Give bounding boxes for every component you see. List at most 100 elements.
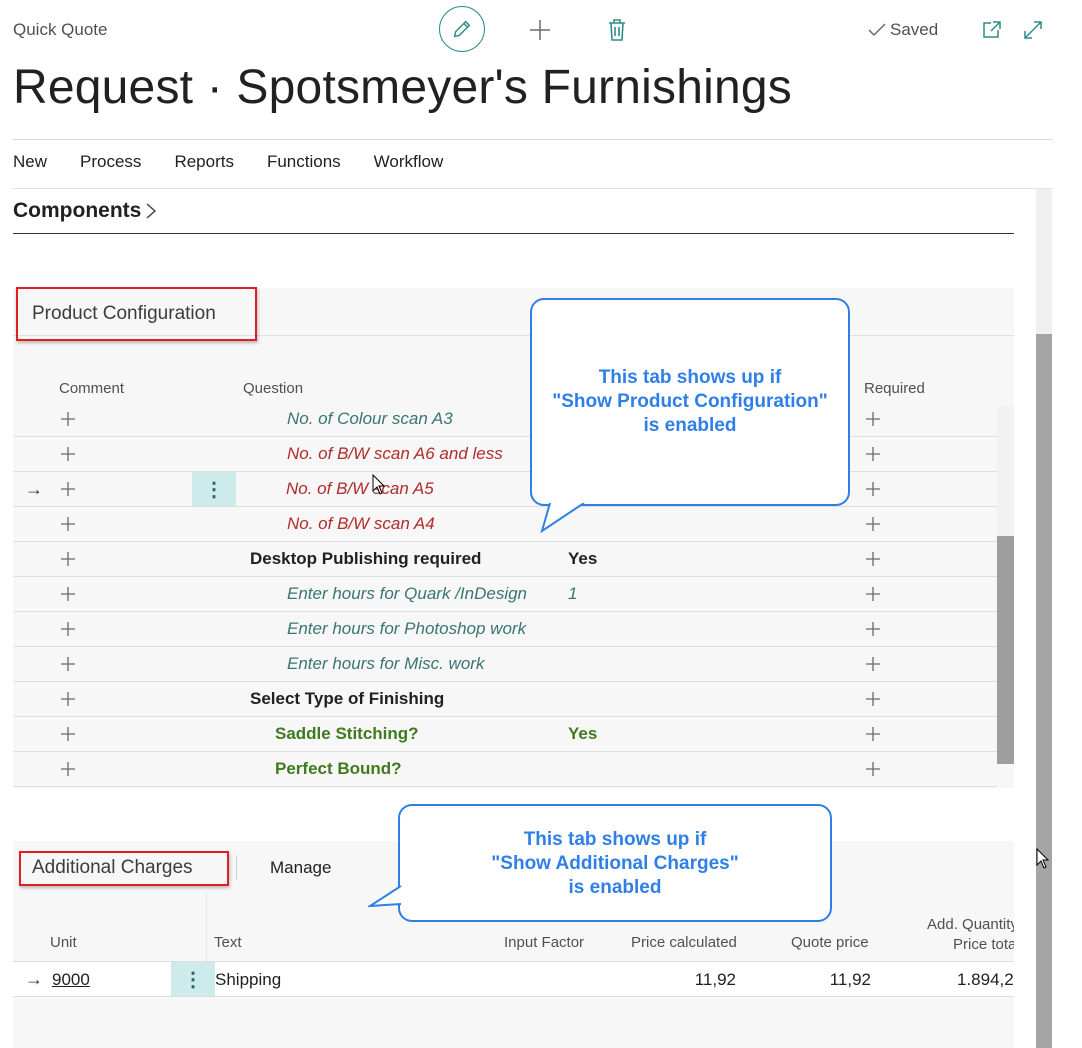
- charge-text: Shipping: [215, 970, 282, 989]
- mouse-cursor-icon: [372, 474, 386, 495]
- edit-button[interactable]: [439, 6, 485, 52]
- required-toggle-button[interactable]: [865, 621, 881, 637]
- required-toggle-button[interactable]: [865, 516, 881, 532]
- plus-icon: [866, 552, 880, 566]
- add-comment-button[interactable]: [60, 411, 76, 427]
- column-header-input-factor[interactable]: Input Factor: [504, 934, 584, 951]
- expand-button[interactable]: [1022, 19, 1044, 41]
- required-toggle-button[interactable]: [865, 551, 881, 567]
- table-row[interactable]: Enter hours for Misc. work: [13, 647, 997, 682]
- page-title: Request · Spotsmeyer's Furnishings: [13, 61, 792, 114]
- menu-functions[interactable]: Functions: [267, 152, 341, 172]
- column-header-question[interactable]: Question: [243, 380, 303, 397]
- answer-value[interactable]: Yes: [568, 724, 597, 744]
- column-header-quote-price[interactable]: Quote price: [791, 934, 869, 951]
- menu-process[interactable]: Process: [80, 152, 141, 172]
- column-header-price-calculated[interactable]: Price calculated: [631, 934, 737, 951]
- plus-icon: [61, 517, 75, 531]
- add-comment-button[interactable]: [60, 761, 76, 777]
- add-comment-button[interactable]: [60, 446, 76, 462]
- required-toggle-button[interactable]: [865, 586, 881, 602]
- column-divider: [206, 892, 207, 961]
- open-in-new-window-button[interactable]: [981, 19, 1003, 41]
- page-scrollbar-thumb[interactable]: [1036, 334, 1052, 1048]
- plus-icon: [866, 692, 880, 706]
- divider: [13, 139, 1053, 140]
- manage-button[interactable]: Manage: [270, 858, 331, 878]
- callout-line: is enabled: [643, 415, 737, 436]
- add-comment-button[interactable]: [60, 551, 76, 567]
- column-header-add-quantity[interactable]: Add. Quantity: [927, 916, 1014, 933]
- components-label: Components: [13, 199, 142, 222]
- required-toggle-button[interactable]: [865, 411, 881, 427]
- grid-scrollbar-thumb[interactable]: [997, 536, 1014, 764]
- table-row[interactable]: Select Type of Finishing: [13, 682, 997, 717]
- question-text: Enter hours for Misc. work: [287, 654, 485, 673]
- question-text: No. of B/W scan A4: [287, 514, 435, 533]
- row-actions-button[interactable]: ⋮: [192, 472, 236, 506]
- plus-icon: [866, 412, 880, 426]
- question-text: Enter hours for Quark /InDesign: [287, 584, 528, 603]
- question-text: No. of Colour scan A3: [287, 409, 453, 428]
- required-toggle-button[interactable]: [865, 691, 881, 707]
- plus-icon: [866, 447, 880, 461]
- trash-icon: [609, 19, 625, 41]
- row-actions-button[interactable]: ⋮: [171, 962, 215, 996]
- required-toggle-button[interactable]: [865, 761, 881, 777]
- callout-tail: [540, 503, 585, 533]
- quote-price-value: 11,92: [829, 970, 871, 989]
- plus-icon: [61, 692, 75, 706]
- table-row[interactable]: Enter hours for Photoshop work: [13, 612, 997, 647]
- plus-icon: [530, 20, 550, 40]
- price-calculated-value: 11,92: [694, 970, 736, 989]
- current-row-arrow-icon: →: [25, 969, 43, 989]
- add-comment-button[interactable]: [60, 726, 76, 742]
- add-comment-button[interactable]: [60, 516, 76, 532]
- callout-tail: [368, 885, 404, 908]
- column-header-text[interactable]: Text: [214, 934, 242, 951]
- menu-reports[interactable]: Reports: [174, 152, 234, 172]
- answer-value[interactable]: 1: [568, 584, 577, 604]
- question-text: Saddle Stitching?: [275, 724, 419, 743]
- required-toggle-button[interactable]: [865, 656, 881, 672]
- add-comment-button[interactable]: [60, 656, 76, 672]
- callout-line: "Show Product Configuration": [552, 391, 828, 412]
- required-toggle-button[interactable]: [865, 726, 881, 742]
- menu-new[interactable]: New: [13, 152, 47, 172]
- plus-icon: [866, 657, 880, 671]
- plus-icon: [61, 762, 75, 776]
- add-comment-button[interactable]: [60, 586, 76, 602]
- column-header-required[interactable]: Required: [864, 380, 925, 397]
- callout-line: This tab shows up if: [598, 367, 782, 388]
- components-link[interactable]: Components: [13, 199, 157, 223]
- mouse-cursor-icon: [1036, 848, 1050, 869]
- table-row[interactable]: No. of B/W scan A4: [13, 507, 997, 542]
- required-toggle-button[interactable]: [865, 481, 881, 497]
- new-button[interactable]: [528, 18, 552, 42]
- table-row[interactable]: Saddle Stitching? Yes: [13, 717, 997, 752]
- action-menu: New Process Reports Functions Workflow: [13, 152, 476, 172]
- question-text: No. of B/W scan A6 and less: [287, 444, 503, 463]
- answer-value[interactable]: Yes: [568, 549, 597, 569]
- table-row[interactable]: Desktop Publishing required Yes: [13, 542, 997, 577]
- table-row[interactable]: → 9000 ⋮ Shipping 11,92 11,92 1.894,28: [13, 962, 1014, 997]
- add-comment-button[interactable]: [60, 621, 76, 637]
- question-text: Desktop Publishing required: [250, 549, 482, 568]
- column-header-unit[interactable]: Unit: [50, 934, 77, 951]
- table-row[interactable]: Perfect Bound?: [13, 752, 997, 787]
- column-header-price-total[interactable]: Price total: [953, 936, 1014, 953]
- plus-icon: [866, 622, 880, 636]
- menu-workflow[interactable]: Workflow: [374, 152, 444, 172]
- add-comment-button[interactable]: [60, 481, 76, 497]
- delete-button[interactable]: [606, 17, 628, 43]
- table-row[interactable]: Enter hours for Quark /InDesign 1: [13, 577, 997, 612]
- checkmark-icon: [868, 23, 886, 37]
- column-header-comment[interactable]: Comment: [59, 380, 124, 397]
- question-text: Select Type of Finishing: [250, 689, 445, 708]
- required-toggle-button[interactable]: [865, 446, 881, 462]
- divider: [13, 188, 1053, 189]
- add-comment-button[interactable]: [60, 691, 76, 707]
- unit-link[interactable]: 9000: [52, 970, 90, 990]
- highlight-box: [19, 851, 229, 886]
- plus-icon: [61, 482, 75, 496]
